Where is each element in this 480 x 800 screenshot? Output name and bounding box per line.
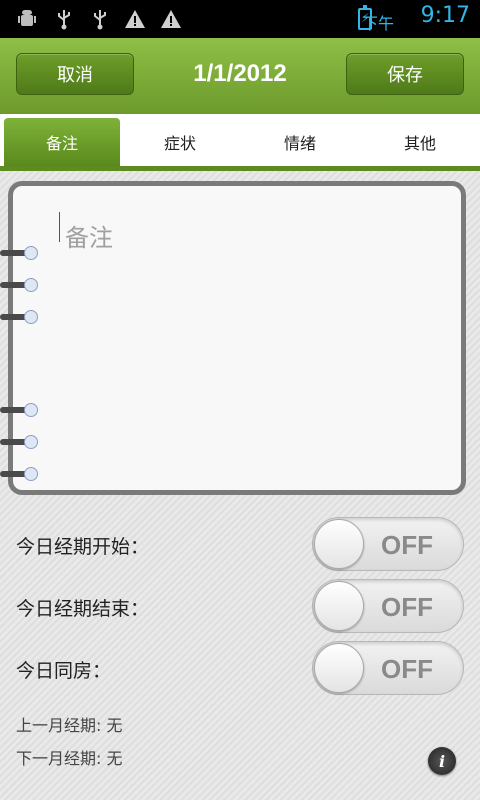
header-bar: 取消 1/1/2012 保存 [0, 38, 480, 115]
status-ampm: 下午 [361, 14, 394, 33]
status-bar: ⚡ 下午 9:17 [0, 0, 480, 38]
period-start-label: 今日经期开始： [16, 536, 150, 558]
toggle-state: OFF [381, 592, 433, 622]
text-cursor [59, 212, 60, 242]
binder-hole [24, 246, 38, 260]
last-period-text: 上一月经期: 无 [16, 716, 123, 735]
tab-other[interactable]: 其他 [362, 118, 478, 166]
period-end-toggle[interactable]: OFF [312, 579, 464, 633]
binder-hole [24, 310, 38, 324]
binder-hole [24, 435, 38, 449]
period-end-label: 今日经期结束： [16, 598, 150, 620]
binder-hole [24, 403, 38, 417]
usb-icon [53, 8, 75, 30]
binder-hole [24, 467, 38, 481]
notes-notebook[interactable]: 备注 [8, 181, 466, 495]
warning-icon [124, 8, 146, 30]
toggle-state: OFF [381, 530, 433, 560]
intercourse-toggle[interactable]: OFF [312, 641, 464, 695]
toggle-knob [314, 581, 364, 631]
warning-icon [160, 8, 182, 30]
save-button[interactable]: 保存 [346, 53, 464, 95]
toggle-knob [314, 643, 364, 693]
toggle-state: OFF [381, 654, 433, 684]
toggle-knob [314, 519, 364, 569]
tab-notes[interactable]: 备注 [4, 118, 120, 166]
period-start-toggle[interactable]: OFF [312, 517, 464, 571]
status-time: 9:17 [420, 3, 470, 28]
android-debug-icon [16, 8, 38, 30]
notes-input[interactable]: 备注 [65, 218, 113, 253]
info-icon[interactable]: i [428, 747, 456, 775]
tab-mood[interactable]: 情绪 [242, 118, 358, 166]
binder-hole [24, 278, 38, 292]
next-period-text: 下一月经期: 无 [16, 749, 123, 768]
page-title-date: 1/1/2012 [193, 60, 287, 87]
intercourse-label: 今日同房： [16, 660, 112, 682]
usb-icon [89, 8, 111, 30]
tab-symptoms[interactable]: 症状 [122, 118, 238, 166]
tab-bar: 备注 症状 情绪 其他 [0, 114, 480, 171]
cancel-button[interactable]: 取消 [16, 53, 134, 95]
